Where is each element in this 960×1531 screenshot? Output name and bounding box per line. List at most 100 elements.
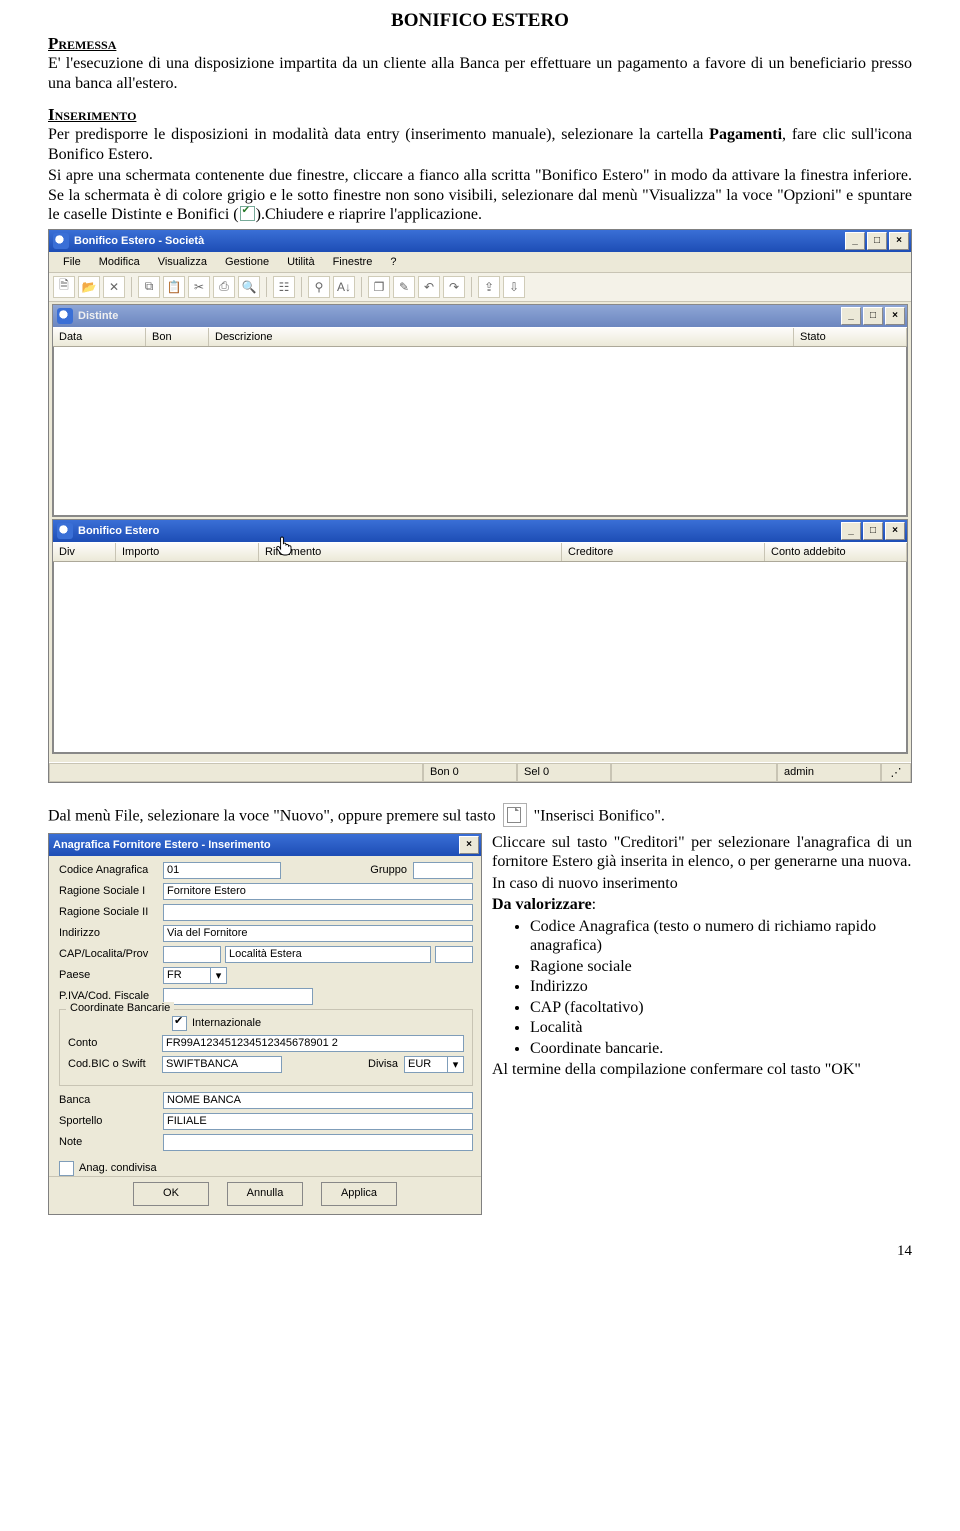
col-conto[interactable]: Conto addebito [765,543,907,561]
lbl-piva: P.IVA/Cod. Fiscale [59,990,163,1002]
distinte-titlebar[interactable]: Distinte _ □ × [53,305,907,327]
tb-filter-icon[interactable]: ⚲ [308,276,330,298]
input-gruppo[interactable] [413,862,473,879]
lbl-gruppo: Gruppo [370,864,407,876]
input-prov[interactable] [435,946,473,963]
lbl-banca: Banca [59,1094,163,1106]
lbl-bic: Cod.BIC o Swift [68,1058,162,1070]
menu-file[interactable]: File [55,254,89,270]
input-codice[interactable] [163,862,281,879]
bonifico-titlebar[interactable]: Bonifico Estero _ □ × [53,520,907,542]
col-rifer[interactable]: Riferimento [259,543,562,561]
lbl-cap: CAP/Localita/Prov [59,948,163,960]
inserimento-p2: Si apre una schermata contenente due fin… [48,166,912,225]
lbl-internazionale: Internazionale [192,1017,261,1029]
col-descr[interactable]: Descrizione [209,328,794,346]
menu-visualizza[interactable]: Visualizza [150,254,215,270]
toolbar: 🗎 📂 ✕ ⧉ 📋 ✂ ⎙ 🔍 ☷ ⚲ A↓ ❐ ✎ ↶ ↷ ⇪ ⇩ [49,273,911,302]
input-sportello[interactable] [163,1113,473,1130]
bonifico-columns: Div Importo Riferimento Creditore Conto … [53,542,907,562]
input-rag2[interactable] [163,904,473,921]
right-bullets: Codice Anagrafica (testo o numero di ric… [530,917,912,1059]
dlg-close-button[interactable]: × [459,836,479,854]
menu-gestione[interactable]: Gestione [217,254,277,270]
distinte-max-button[interactable]: □ [863,307,883,325]
tb-redo-icon[interactable]: ↷ [443,276,465,298]
distinte-window: Distinte _ □ × Data Bon Descrizione Stat… [52,304,908,517]
input-piva[interactable] [163,988,313,1005]
tb-import-icon[interactable]: ⇩ [503,276,525,298]
instructions-column: Cliccare sul tasto "Creditori" per selez… [492,833,912,1215]
menu-utilita[interactable]: Utilità [279,254,323,270]
input-banca[interactable] [163,1092,473,1109]
col-cred[interactable]: Creditore [562,543,765,561]
paese-dropdown-icon[interactable]: ▾ [211,967,227,984]
premessa-heading: Premessa [48,34,912,54]
bonifico-close-button[interactable]: × [885,522,905,540]
status-bon: Bon 0 [423,763,517,782]
tb-edit-icon[interactable]: ✎ [393,276,415,298]
list-item: Località [530,1018,912,1038]
distinte-min-button[interactable]: _ [841,307,861,325]
menu-help[interactable]: ? [382,254,404,270]
menu-finestre[interactable]: Finestre [325,254,381,270]
input-paese[interactable] [163,967,211,984]
list-item: Coordinate bancarie. [530,1039,912,1059]
chk-internazionale[interactable] [172,1016,187,1031]
btn-annulla[interactable]: Annulla [227,1182,303,1206]
status-bar: Bon 0 Sel 0 admin ⋰ [49,762,911,782]
bonifico-min-button[interactable]: _ [841,522,861,540]
app-title: Bonifico Estero - Società [74,235,204,247]
chk-anag-condivisa[interactable] [59,1161,74,1176]
tb-preview-icon[interactable]: 🔍 [238,276,260,298]
col-stato[interactable]: Stato [794,328,907,346]
maximize-button[interactable]: □ [867,232,887,250]
minimize-button[interactable]: _ [845,232,865,250]
tb-paste-icon[interactable]: 📋 [163,276,185,298]
inserimento-heading: Inserimento [48,105,912,125]
col-bon[interactable]: Bon [146,328,209,346]
input-localita[interactable] [225,946,431,963]
tb-undo-icon[interactable]: ↶ [418,276,440,298]
divisa-dropdown-icon[interactable]: ▾ [448,1056,464,1073]
input-note[interactable] [163,1134,473,1151]
input-divisa[interactable] [404,1056,448,1073]
bonifico-max-button[interactable]: □ [863,522,883,540]
list-item: Ragione sociale [530,957,912,977]
status-empty1 [49,763,423,782]
distinte-close-button[interactable]: × [885,307,905,325]
close-button[interactable]: × [889,232,909,250]
dlg-titlebar[interactable]: Anagrafica Fornitore Estero - Inseriment… [49,834,481,856]
input-cap[interactable] [163,946,221,963]
lbl-paese: Paese [59,969,163,981]
tb-props-icon[interactable]: ☷ [273,276,295,298]
col-importo[interactable]: Importo [116,543,259,561]
col-div[interactable]: Div [53,543,116,561]
app-titlebar[interactable]: Bonifico Estero - Società _ □ × [49,230,911,252]
tb-delete-icon[interactable]: ✕ [103,276,125,298]
lbl-indir: Indirizzo [59,927,163,939]
col-data[interactable]: Data [53,328,146,346]
tb-print-icon[interactable]: ⎙ [213,276,235,298]
input-indir[interactable] [163,925,473,942]
status-sel: Sel 0 [517,763,611,782]
tb-export-icon[interactable]: ⇪ [478,276,500,298]
tb-new-icon[interactable]: 🗎 [53,276,75,298]
btn-ok[interactable]: OK [133,1182,209,1206]
distinte-list[interactable] [53,347,907,516]
tb-group-icon[interactable]: ❐ [368,276,390,298]
tb-copy-icon[interactable]: ⧉ [138,276,160,298]
menu-modifica[interactable]: Modifica [91,254,148,270]
right-p4: Al termine della compilazione confermare… [492,1060,912,1080]
resize-grip-icon[interactable]: ⋰ [881,763,911,782]
tb-sort-icon[interactable]: A↓ [333,276,355,298]
bonifico-window: Bonifico Estero _ □ × Div Importo Riferi… [52,519,908,754]
lbl-rag2: Ragione Sociale II [59,906,163,918]
tb-cut-icon[interactable]: ✂ [188,276,210,298]
input-conto[interactable] [162,1035,464,1052]
tb-open-icon[interactable]: 📂 [78,276,100,298]
input-rag1[interactable] [163,883,473,900]
input-bic[interactable] [162,1056,282,1073]
bonifico-list[interactable] [53,562,907,753]
btn-applica[interactable]: Applica [321,1182,397,1206]
